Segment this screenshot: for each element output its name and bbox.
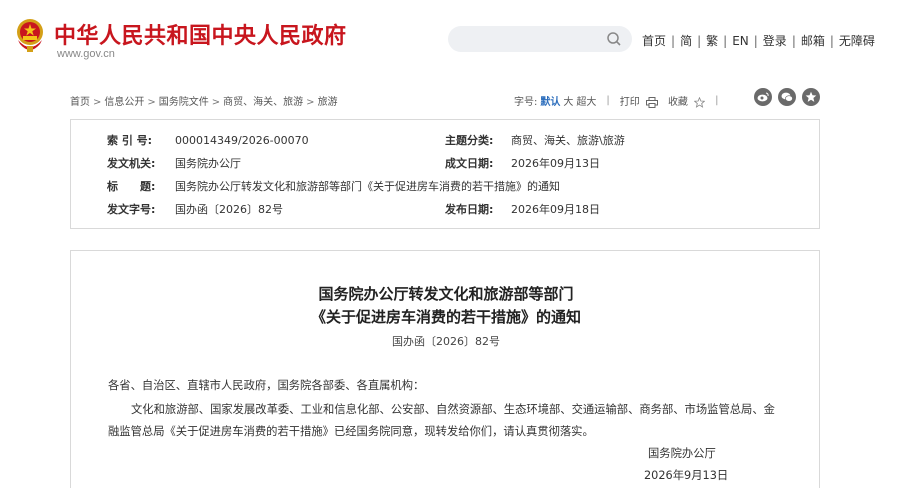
- toolbar-divider: |: [715, 95, 719, 106]
- document-signature: 国务院办公厅: [648, 447, 716, 460]
- meta-docno: 发文字号: 国办函〔2026〕82号: [107, 201, 283, 217]
- meta-index-value: 000014349/2026-00070: [175, 134, 309, 147]
- meta-published-value: 2026年09月18日: [511, 203, 600, 216]
- breadcrumb-state-council-docs[interactable]: 国务院文件: [159, 97, 209, 108]
- breadcrumb-home[interactable]: 首页: [70, 97, 90, 108]
- nav-separator: |: [723, 34, 728, 48]
- nav-separator: |: [791, 34, 796, 48]
- document-body-line2: 融监管总局《关于促进房车消费的若干措施》已经国务院同意，现转发给你们，请认真贯彻…: [108, 425, 594, 438]
- document-date: 2026年9月13日: [644, 469, 729, 482]
- breadcrumb-separator: >: [211, 97, 221, 108]
- breadcrumb-separator: >: [306, 97, 315, 108]
- nav-login[interactable]: 登录: [763, 34, 787, 48]
- document-metadata: 索 引 号: 000014349/2026-00070 主题分类: 商贸、海关、旅游…: [70, 119, 820, 229]
- document-title-line2: 《关于促进房车消费的若干措施》的通知: [310, 308, 581, 326]
- meta-created-value: 2026年09月13日: [511, 157, 600, 170]
- wechat-icon[interactable]: [778, 88, 796, 106]
- document-title-line1: 国务院办公厅转发文化和旅游部等部门: [318, 285, 574, 303]
- meta-docno-value: 国办函〔2026〕82号: [175, 203, 283, 216]
- site-title[interactable]: 中华人民共和国中央人民政府: [54, 18, 347, 50]
- meta-issuer: 发文机关: 国务院办公厅: [107, 155, 241, 171]
- search-icon[interactable]: [606, 31, 622, 47]
- share-bar: [754, 88, 820, 106]
- breadcrumb: 首页 > 信息公开 > 国务院文件 > 商贸、海关、旅游 > 旅游: [70, 93, 338, 108]
- print-button[interactable]: 打印: [620, 93, 658, 108]
- breadcrumb-tourism[interactable]: 旅游: [318, 97, 338, 108]
- meta-issuer-value: 国务院办公厅: [175, 157, 241, 170]
- meta-title-value: 国务院办公厅转发文化和旅游部等部门《关于促进房车消费的若干措施》的通知: [175, 180, 560, 193]
- document-number: 国办函〔2026〕82号: [392, 335, 500, 348]
- meta-topic-value: 商贸、海关、旅游\旅游: [511, 134, 625, 147]
- meta-docno-label: 发文字号:: [107, 203, 156, 216]
- nav-traditional[interactable]: 繁: [706, 34, 718, 48]
- print-label: 打印: [619, 97, 640, 108]
- national-emblem-icon[interactable]: [14, 16, 46, 56]
- nav-mail[interactable]: 邮箱: [801, 34, 825, 48]
- top-nav: 首页 | 简 | 繁 | EN | 登录 | 邮箱 | 无障碍: [642, 32, 875, 49]
- nav-accessibility[interactable]: 无障碍: [839, 34, 875, 48]
- nav-english[interactable]: EN: [732, 34, 749, 48]
- meta-created-label: 成文日期:: [445, 157, 494, 170]
- breadcrumb-info-public[interactable]: 信息公开: [104, 97, 144, 108]
- site-header: 中华人民共和国中央人民政府 www.gov.cn 首页 | 简 | 繁 | EN | 登录 | 邮箱…: [0, 0, 900, 78]
- nav-separator: |: [671, 34, 676, 48]
- font-size-xlarge[interactable]: 超大: [576, 93, 596, 108]
- meta-index-label: 索 引 号:: [107, 134, 153, 147]
- search-input[interactable]: [448, 26, 632, 52]
- site-url[interactable]: www.gov.cn: [57, 48, 115, 60]
- document-salutation: 各省、自治区、直辖市人民政府，国务院各部委、各直属机构：: [108, 379, 425, 392]
- breadcrumb-separator: >: [93, 97, 102, 108]
- meta-title-label: 标 题:: [107, 180, 156, 193]
- qzone-icon[interactable]: [802, 88, 820, 106]
- font-size-large[interactable]: 大: [563, 93, 573, 108]
- page-tools: 字号: 默认 大 超大 | 打印 收藏 |: [514, 93, 729, 108]
- meta-topic: 主题分类: 商贸、海关、旅游\旅游: [445, 132, 625, 148]
- breadcrumb-trade-customs-tourism[interactable]: 商贸、海关、旅游: [223, 97, 303, 108]
- meta-title: 标 题: 国务院办公厅转发文化和旅游部等部门《关于促进房车消费的若干措施》的通知: [107, 178, 560, 194]
- toolbar-divider: |: [606, 95, 610, 106]
- document-body: 国务院办公厅转发文化和旅游部等部门 《关于促进房车消费的若干措施》的通知 国办函…: [70, 250, 820, 488]
- collect-button[interactable]: 收藏: [667, 93, 706, 108]
- print-icon: [645, 96, 658, 108]
- collect-label: 收藏: [667, 97, 688, 108]
- meta-published: 发布日期: 2026年09月18日: [445, 201, 600, 217]
- font-size-default[interactable]: 默认: [540, 93, 560, 108]
- nav-separator: |: [753, 34, 758, 48]
- font-size-label: 字号:: [514, 97, 538, 108]
- meta-created: 成文日期: 2026年09月13日: [445, 155, 600, 171]
- page-toolbar: 首页 > 信息公开 > 国务院文件 > 商贸、海关、旅游 > 旅游 字号: 默认 大 超大 | …: [70, 88, 832, 110]
- meta-index: 索 引 号: 000014349/2026-00070: [107, 132, 309, 148]
- meta-topic-label: 主题分类:: [445, 134, 494, 147]
- nav-home[interactable]: 首页: [642, 34, 666, 48]
- document-body-line1: 文化和旅游部、国家发展改革委、工业和信息化部、公安部、自然资源部、生态环境部、交…: [131, 403, 775, 416]
- nav-simplified[interactable]: 简: [680, 34, 692, 48]
- star-icon: [694, 96, 706, 108]
- nav-separator: |: [829, 34, 834, 48]
- breadcrumb-separator: >: [147, 97, 156, 108]
- meta-published-label: 发布日期:: [445, 203, 494, 216]
- meta-issuer-label: 发文机关:: [107, 157, 156, 170]
- weibo-icon[interactable]: [754, 88, 772, 106]
- nav-separator: |: [697, 34, 702, 48]
